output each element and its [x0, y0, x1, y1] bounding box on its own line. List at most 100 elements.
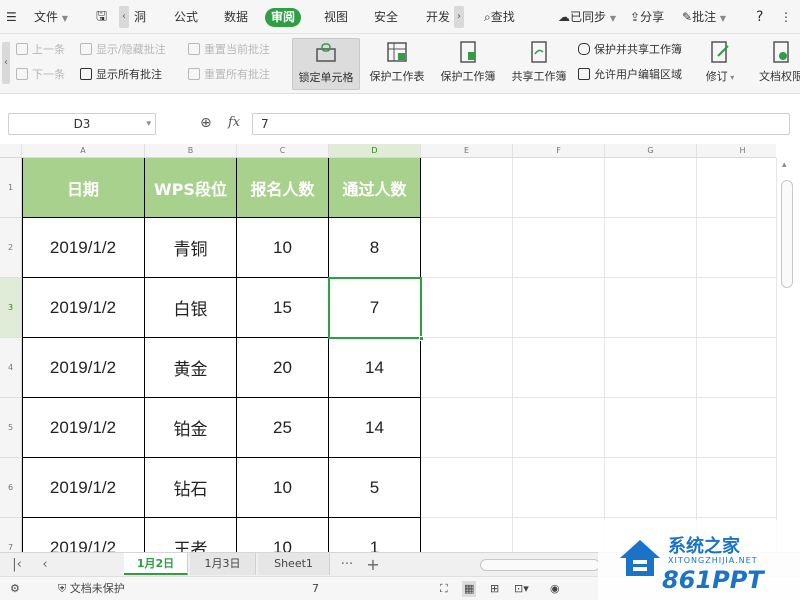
- show-all-comments-button[interactable]: 显示所有批注: [80, 66, 162, 84]
- empty-cell[interactable]: [513, 458, 605, 518]
- prev-comment-button[interactable]: 上一条: [16, 41, 65, 59]
- comment-button[interactable]: ✎批注 ▼: [682, 8, 726, 26]
- sheet-tab[interactable]: Sheet1: [258, 553, 330, 575]
- table-cell[interactable]: 25: [237, 398, 329, 458]
- row-header[interactable]: 5: [0, 398, 22, 458]
- table-header-cell[interactable]: WPS段位: [145, 158, 237, 218]
- allow-user-edit-button[interactable]: 允许用户编辑区域: [578, 66, 682, 84]
- sync-status[interactable]: ☁已同步 ▼: [558, 8, 616, 26]
- empty-cell[interactable]: [605, 338, 697, 398]
- table-cell[interactable]: 2019/1/2: [22, 338, 145, 398]
- column-header[interactable]: B: [145, 144, 237, 158]
- scroll-up-icon[interactable]: ▴: [782, 160, 787, 170]
- empty-cell[interactable]: [513, 398, 605, 458]
- table-header-cell[interactable]: 通过人数: [329, 158, 421, 218]
- empty-cell[interactable]: [421, 458, 513, 518]
- empty-cell[interactable]: [605, 278, 697, 338]
- empty-cell[interactable]: [605, 458, 697, 518]
- revisions-button[interactable]: 修订 ▾: [700, 38, 740, 90]
- table-cell[interactable]: 2019/1/2: [22, 518, 145, 552]
- name-box[interactable]: D3 ▾: [8, 113, 156, 135]
- table-cell[interactable]: 20: [237, 338, 329, 398]
- horizontal-scrollbar[interactable]: [480, 559, 600, 571]
- row-header[interactable]: 6: [0, 458, 22, 518]
- empty-cell[interactable]: [697, 218, 776, 278]
- column-header[interactable]: G: [605, 144, 697, 158]
- table-cell[interactable]: 2019/1/2: [22, 398, 145, 458]
- protect-workbook-button[interactable]: 保护工作簿: [434, 38, 502, 90]
- fullscreen-icon[interactable]: ⛶: [440, 581, 448, 597]
- protect-sheet-button[interactable]: 保护工作表: [364, 38, 430, 90]
- save-icon[interactable]: 🖫: [96, 8, 107, 26]
- empty-cell[interactable]: [605, 218, 697, 278]
- table-cell[interactable]: 5: [329, 458, 421, 518]
- help-button[interactable]: ?: [756, 8, 763, 26]
- empty-cell[interactable]: [697, 458, 776, 518]
- tab-partial[interactable]: 洞: [134, 8, 146, 26]
- sheet-tab[interactable]: 1月3日: [190, 553, 256, 575]
- empty-cell[interactable]: [421, 518, 513, 552]
- table-cell[interactable]: 14: [329, 338, 421, 398]
- status-settings-icon[interactable]: ⚙: [10, 581, 20, 597]
- tab-developer[interactable]: 开发: [426, 8, 450, 26]
- table-cell[interactable]: 2019/1/2: [22, 458, 145, 518]
- table-cell[interactable]: 王者: [145, 518, 237, 552]
- table-cell[interactable]: 10: [237, 518, 329, 552]
- tab-view[interactable]: 视图: [324, 8, 348, 26]
- empty-cell[interactable]: [697, 278, 776, 338]
- table-cell[interactable]: 14: [329, 398, 421, 458]
- more-icon[interactable]: ⋮: [780, 8, 792, 26]
- table-cell[interactable]: 2019/1/2: [22, 218, 145, 278]
- page-break-icon[interactable]: ⊡▾: [514, 581, 529, 597]
- next-comment-button[interactable]: 下一条: [16, 66, 65, 84]
- table-cell[interactable]: 铂金: [145, 398, 237, 458]
- tab-formula[interactable]: 公式: [174, 8, 198, 26]
- column-header[interactable]: H: [697, 144, 776, 158]
- tab-review[interactable]: 审阅: [265, 8, 302, 27]
- normal-view-icon[interactable]: ▦: [462, 581, 477, 597]
- empty-cell[interactable]: [605, 398, 697, 458]
- table-cell[interactable]: 15: [237, 278, 329, 338]
- empty-cell[interactable]: [513, 158, 605, 218]
- fx-icon[interactable]: fx: [228, 115, 240, 130]
- row-header[interactable]: 7: [0, 518, 22, 552]
- show-hide-comment-button[interactable]: 显示/隐藏批注: [80, 41, 166, 59]
- empty-cell[interactable]: [421, 338, 513, 398]
- protection-status[interactable]: ⛨ 文档未保护: [58, 581, 125, 597]
- lock-cell-button[interactable]: 锁定单元格: [292, 38, 360, 90]
- first-sheet-icon[interactable]: |‹: [8, 556, 26, 574]
- row-header[interactable]: 2: [0, 218, 22, 278]
- select-all-corner[interactable]: [0, 144, 22, 158]
- table-cell[interactable]: 7: [329, 278, 421, 338]
- empty-cell[interactable]: [697, 158, 776, 218]
- tab-data[interactable]: 数据: [224, 8, 248, 26]
- protect-and-share-button[interactable]: 保护并共享工作簿: [578, 41, 682, 59]
- table-header-cell[interactable]: 日期: [22, 158, 145, 218]
- row-header[interactable]: 1: [0, 158, 22, 218]
- column-header[interactable]: A: [22, 144, 145, 158]
- row-header[interactable]: 3: [0, 278, 22, 338]
- column-header[interactable]: E: [421, 144, 513, 158]
- table-cell[interactable]: 10: [237, 458, 329, 518]
- empty-cell[interactable]: [697, 338, 776, 398]
- table-header-cell[interactable]: 报名人数: [237, 158, 329, 218]
- row-header[interactable]: 4: [0, 338, 22, 398]
- ribbon-scroll-left[interactable]: ‹: [2, 42, 10, 84]
- formula-input[interactable]: 7: [252, 113, 790, 135]
- empty-cell[interactable]: [513, 218, 605, 278]
- empty-cell[interactable]: [421, 218, 513, 278]
- tabs-scroll-left[interactable]: ‹: [119, 6, 129, 28]
- table-cell[interactable]: 2019/1/2: [22, 278, 145, 338]
- prev-sheet-icon[interactable]: ‹: [36, 556, 54, 574]
- column-header[interactable]: F: [513, 144, 605, 158]
- empty-cell[interactable]: [513, 278, 605, 338]
- sheet-tab[interactable]: 1月2日: [124, 553, 188, 575]
- share-workbook-button[interactable]: 共享工作簿: [506, 38, 572, 90]
- empty-cell[interactable]: [513, 518, 605, 552]
- table-cell[interactable]: 黄金: [145, 338, 237, 398]
- add-sheet-button[interactable]: +: [364, 556, 382, 574]
- zoom-search-icon[interactable]: ⊕: [200, 115, 212, 131]
- table-cell[interactable]: 钻石: [145, 458, 237, 518]
- search-button[interactable]: ⌕查找: [484, 8, 515, 26]
- table-cell[interactable]: 白银: [145, 278, 237, 338]
